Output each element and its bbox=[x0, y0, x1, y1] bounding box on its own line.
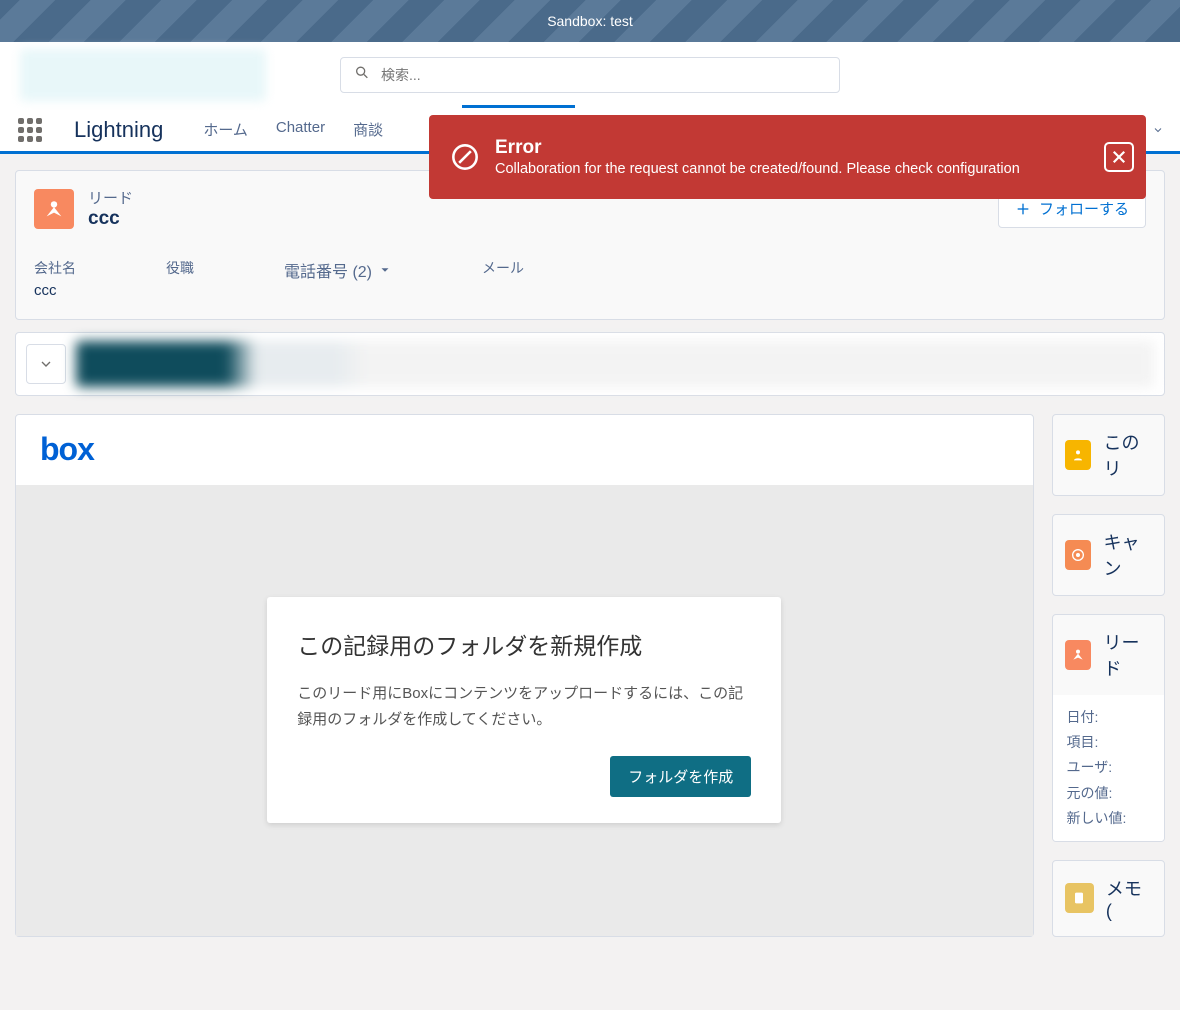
field-phone[interactable]: 電話番号 (2) bbox=[284, 258, 392, 299]
search-input[interactable] bbox=[340, 57, 840, 93]
tab-chatter[interactable]: Chatter bbox=[276, 119, 325, 140]
record-name: ccc bbox=[88, 208, 133, 230]
history-old-label: 元の値: bbox=[1067, 781, 1151, 806]
active-tab-indicator bbox=[462, 105, 575, 108]
dropdown-icon bbox=[378, 263, 392, 277]
side-card-3-header[interactable]: リード bbox=[1053, 615, 1165, 695]
campaign-icon bbox=[1065, 540, 1092, 570]
record-titles: リード ccc bbox=[88, 187, 133, 230]
phone-label: 電話番号 (2) bbox=[284, 258, 372, 282]
side-card-4-title: メモ ( bbox=[1106, 875, 1152, 922]
lead-icon bbox=[34, 189, 74, 229]
app-name: Lightning bbox=[74, 117, 163, 143]
side-card-2-title: キャン bbox=[1103, 529, 1152, 581]
field-title: 役職 bbox=[166, 258, 194, 299]
side-card-1-title: このリ bbox=[1103, 429, 1152, 481]
box-dialog-title: この記録用のフォルダを新規作成 bbox=[297, 627, 751, 661]
history-user-label: ユーザ: bbox=[1067, 755, 1151, 780]
side-card-3: リード 日付: 項目: ユーザ: 元の値: 新しい値: bbox=[1052, 614, 1166, 842]
tab-home[interactable]: ホーム bbox=[203, 119, 248, 140]
lead-icon bbox=[1065, 640, 1092, 670]
nav-tabs: ホーム Chatter 商談 bbox=[203, 119, 383, 140]
box-logo: box bbox=[40, 431, 94, 467]
tab-opportunity[interactable]: 商談 bbox=[353, 119, 383, 140]
close-icon bbox=[1110, 148, 1128, 166]
object-label: リード bbox=[88, 187, 133, 208]
global-header bbox=[0, 42, 1180, 108]
box-create-folder-dialog: この記録用のフォルダを新規作成 このリード用にBoxにコンテンツをアップロードす… bbox=[267, 597, 781, 823]
error-title: Error bbox=[495, 137, 1020, 159]
company-label: 会社名 bbox=[34, 258, 76, 278]
org-logo bbox=[20, 49, 266, 101]
field-company: 会社名 ccc bbox=[34, 258, 76, 299]
search-icon bbox=[354, 65, 370, 86]
side-card-2[interactable]: キャン bbox=[1052, 514, 1166, 596]
field-email: メール bbox=[482, 258, 524, 299]
company-value: ccc bbox=[34, 282, 76, 299]
chevron-down-icon bbox=[1152, 124, 1164, 136]
box-widget: box この記録用のフォルダを新規作成 このリード用にBoxにコンテンツをアップ… bbox=[15, 414, 1034, 937]
person-icon bbox=[1065, 440, 1092, 470]
history-item-label: 項目: bbox=[1067, 730, 1151, 755]
side-card-3-title: リード bbox=[1103, 629, 1152, 681]
path-card bbox=[15, 332, 1165, 396]
title-label: 役職 bbox=[166, 258, 194, 278]
sandbox-banner: Sandbox: test bbox=[0, 0, 1180, 42]
error-body: Error Collaboration for the request cann… bbox=[495, 137, 1020, 177]
path-toggle-button[interactable] bbox=[26, 344, 66, 384]
history-new-label: 新しい値: bbox=[1067, 806, 1151, 831]
box-body: この記録用のフォルダを新規作成 このリード用にBoxにコンテンツをアップロードす… bbox=[16, 485, 1033, 936]
app-launcher-icon[interactable] bbox=[16, 116, 44, 144]
email-label: メール bbox=[482, 258, 524, 278]
sandbox-label: Sandbox: test bbox=[547, 13, 633, 29]
history-date-label: 日付: bbox=[1067, 705, 1151, 730]
box-dialog-body: このリード用にBoxにコンテンツをアップロードするには、この記録用のフォルダを作… bbox=[297, 681, 751, 732]
path-stages[interactable] bbox=[76, 341, 1154, 387]
side-card-1[interactable]: このリ bbox=[1052, 414, 1166, 496]
side-card-4[interactable]: メモ ( bbox=[1052, 860, 1166, 937]
error-message: Collaboration for the request cannot be … bbox=[495, 161, 1020, 177]
note-icon bbox=[1065, 883, 1094, 913]
global-search bbox=[340, 57, 840, 93]
close-toast-button[interactable] bbox=[1104, 142, 1134, 172]
plus-icon bbox=[1015, 201, 1031, 217]
error-toast: Error Collaboration for the request cann… bbox=[429, 115, 1146, 199]
chevron-down-icon bbox=[38, 356, 54, 372]
create-folder-button[interactable]: フォルダを作成 bbox=[610, 756, 751, 797]
error-icon bbox=[451, 143, 479, 171]
follow-label: フォローする bbox=[1039, 198, 1129, 219]
